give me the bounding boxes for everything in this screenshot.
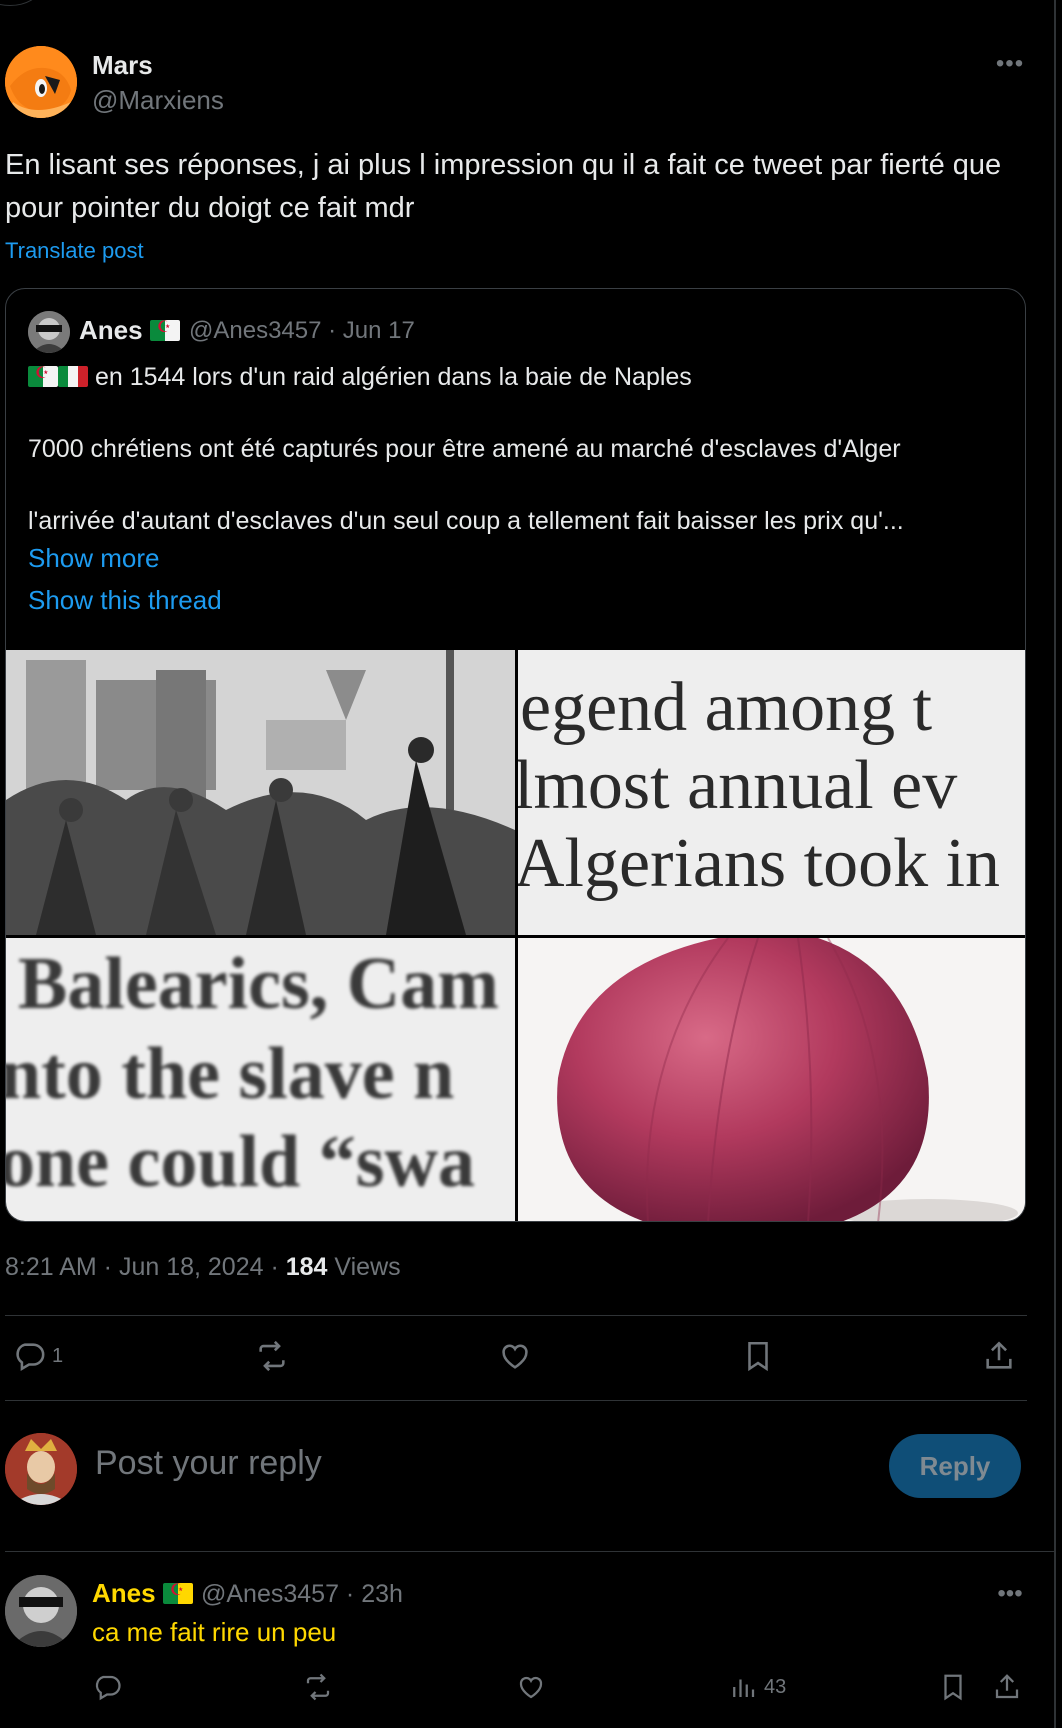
repost-icon (259, 1340, 285, 1372)
italy-flag-icon (58, 366, 88, 387)
views-label: Views (327, 1253, 401, 1281)
algeria-flag-icon (162, 1583, 193, 1604)
quoted-text-line-2: 7000 chrétiens ont été capturés pour êtr… (28, 435, 901, 463)
column-border (1054, 0, 1056, 1728)
divider (5, 1551, 1055, 1552)
reply-views[interactable]: 43 (728, 1672, 786, 1702)
bookmark-icon (944, 1674, 962, 1701)
bookmark-icon (748, 1341, 768, 1372)
share-button[interactable] (982, 1339, 1016, 1373)
author-handle[interactable]: @Marxiens (92, 85, 224, 116)
reply-button[interactable]: 1 (12, 1339, 63, 1373)
reply-bookmark-button[interactable] (938, 1672, 968, 1702)
reply-count: 1 (52, 1344, 64, 1367)
excerpt-line: one could “swa (6, 1121, 475, 1203)
divider (5, 1400, 1027, 1401)
reply-like-button[interactable] (516, 1672, 546, 1702)
reply-icon (16, 1343, 45, 1372)
reply-input[interactable]: Post your reply (95, 1444, 322, 1483)
engraving-image[interactable] (6, 650, 515, 935)
reply-share-button[interactable] (992, 1672, 1022, 1702)
current-user-avatar[interactable] (5, 1433, 77, 1505)
repost-button[interactable] (255, 1339, 289, 1373)
excerpt-line: nto the slave n (6, 1033, 455, 1115)
quoted-text-line-3: l'arrivée d'autant d'esclaves d'un seul … (28, 507, 904, 535)
views-count: 184 (285, 1253, 328, 1281)
quoted-text-line-1: en 1544 lors d'un raid algérien dans la … (94, 363, 692, 391)
post-timestamp: 8:21 AM · Jun 18, 2024 · 184 Views (5, 1253, 401, 1282)
excerpt-line: lmost annual ev (518, 747, 958, 824)
quoted-avatar (28, 311, 70, 353)
reply-reply-button[interactable] (92, 1672, 122, 1702)
red-onion-image[interactable] (518, 938, 1025, 1221)
more-icon[interactable]: ••• (992, 50, 1028, 78)
algeria-flag-icon (149, 320, 180, 341)
reply-views-count: 43 (764, 1675, 787, 1698)
quoted-handle-time[interactable]: @Anes3457 · Jun 17 (189, 317, 415, 345)
translate-post-link[interactable]: Translate post (5, 238, 144, 264)
like-button[interactable] (498, 1339, 532, 1373)
share-icon (995, 1674, 1019, 1699)
reply-submit-button[interactable]: Reply (889, 1434, 1021, 1498)
author-name[interactable]: Mars (92, 50, 153, 81)
repost-icon (306, 1673, 330, 1701)
show-more-link[interactable]: Show more (28, 543, 160, 574)
algeria-flag-icon (28, 366, 58, 387)
excerpt-line: Algerians took in (518, 825, 1001, 902)
media-grid: egend among t lmost annual ev Algerians … (6, 650, 1025, 1221)
bookmark-button[interactable] (741, 1339, 775, 1373)
reply-author-name[interactable]: Anes (92, 1578, 193, 1609)
reply-author-name-text: Anes (92, 1578, 156, 1608)
excerpt-line: egend among t (520, 669, 933, 746)
post-text: En lisant ses réponses, j ai plus l impr… (5, 149, 1002, 224)
divider (5, 1315, 1027, 1316)
timestamp-text[interactable]: 8:21 AM · Jun 18, 2024 · (5, 1253, 286, 1281)
like-icon (519, 1676, 543, 1699)
quoted-text-line: en 1544 lors d'un raid algérien dans la … (28, 363, 692, 392)
like-icon (502, 1344, 528, 1369)
previous-post-connector (0, 0, 40, 6)
blurred-excerpt-image[interactable]: Balearics, Cam nto the slave n one could… (6, 938, 515, 1221)
reply-avatar[interactable] (5, 1575, 77, 1647)
more-icon[interactable]: ••• (992, 1580, 1028, 1608)
show-thread-link[interactable]: Show this thread (28, 585, 222, 616)
views-icon (733, 1679, 755, 1697)
reply-repost-button[interactable] (303, 1672, 333, 1702)
reply-text: ca me fait rire un peu (92, 1617, 337, 1647)
quoted-author-name[interactable]: Anes (79, 315, 180, 346)
book-excerpt-image[interactable]: egend among t lmost annual ev Algerians … (518, 650, 1025, 935)
reply-handle-time[interactable]: @Anes3457 · 23h (201, 1580, 403, 1609)
excerpt-line: Balearics, Cam (18, 943, 499, 1025)
share-icon (986, 1341, 1012, 1369)
quoted-post-card[interactable]: Anes @Anes3457 · Jun 17 en 1544 lors d'u… (5, 288, 1026, 1222)
reply-icon (95, 1675, 121, 1701)
quoted-author-name-text: Anes (79, 315, 143, 345)
avatar[interactable] (5, 46, 77, 118)
